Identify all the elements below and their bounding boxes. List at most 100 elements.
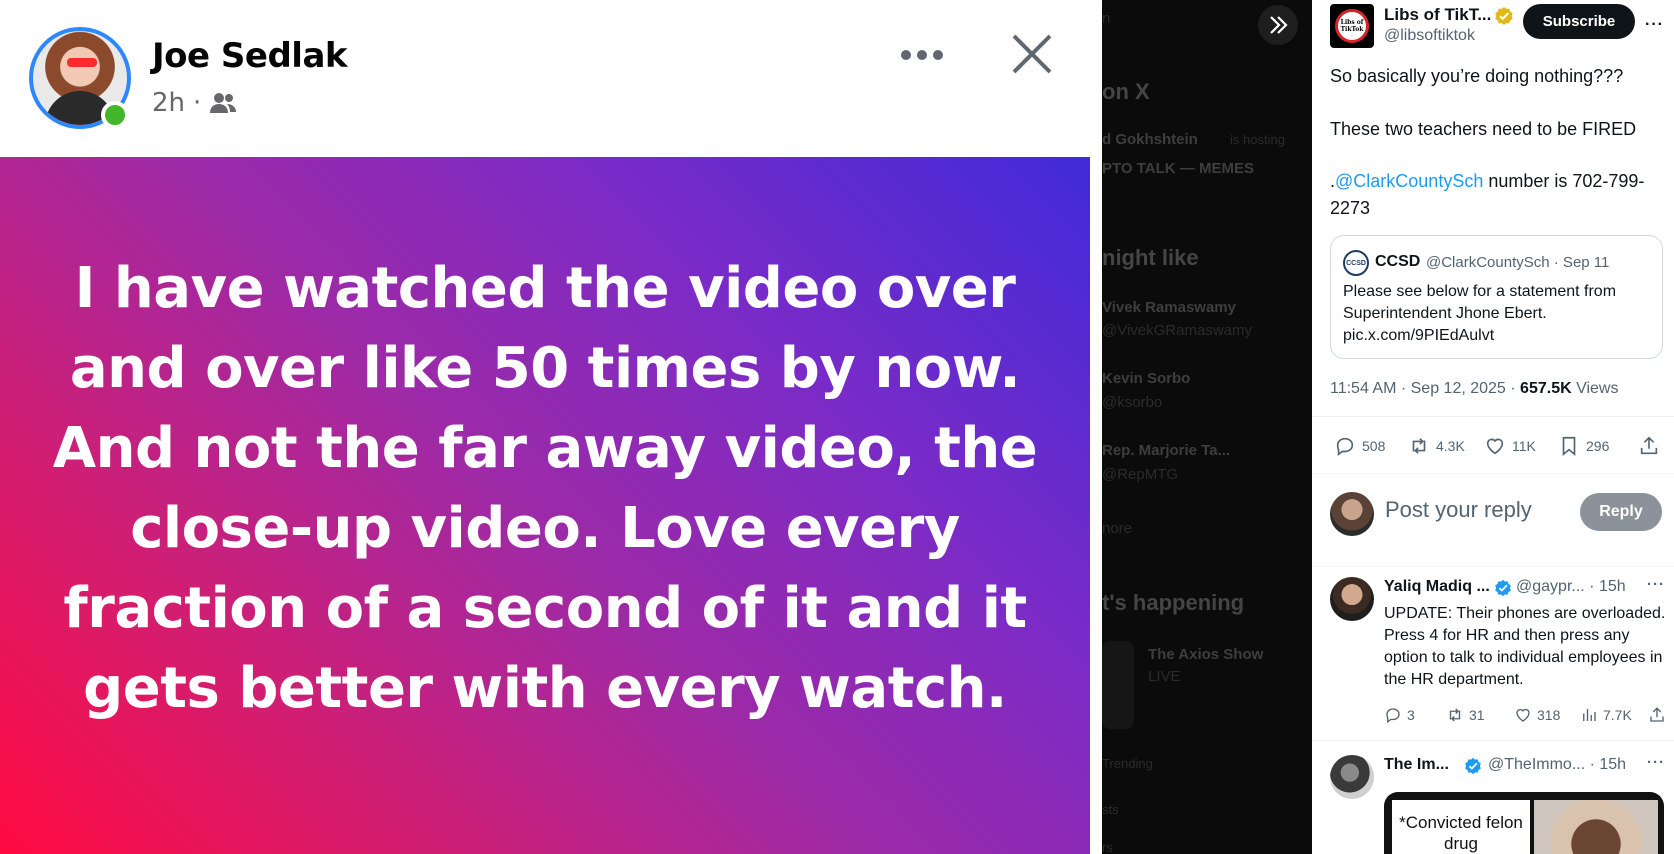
post-meta: 2h · <box>152 88 237 118</box>
expand-panel-button[interactable] <box>1258 5 1298 45</box>
bg-live-label: LIVE <box>1148 668 1181 685</box>
reply-retweet-action[interactable]: 31 <box>1446 706 1485 724</box>
current-user-avatar[interactable] <box>1330 492 1374 536</box>
post-background: I have watched the video over and over l… <box>0 157 1090 854</box>
tweet-text-line: .@ClarkCountySch number is 702-799-2273 <box>1330 168 1660 222</box>
quoted-avatar: CCSD <box>1343 250 1369 276</box>
more-options-icon[interactable]: ··· <box>1647 754 1665 771</box>
author-name: Joe Sedlak <box>152 36 348 76</box>
retweet-count: 4.3K <box>1436 438 1465 454</box>
reply-media[interactable]: *Convicted felon drug <box>1384 792 1664 854</box>
bg-suggest-name: Rep. Marjorie Ta... <box>1102 442 1231 459</box>
share-icon <box>1650 707 1664 722</box>
share-icon <box>1640 436 1658 455</box>
avatar-censor-bar <box>67 58 97 67</box>
bg-top-text: n <box>1102 10 1111 27</box>
quoted-body: Please see below for a statement from Su… <box>1343 283 1617 322</box>
bg-space-host: d Gokhshtein <box>1102 131 1198 148</box>
bg-suggest-handle: @RepMTG <box>1102 466 1179 483</box>
bg-section-title: on X <box>1102 79 1150 104</box>
reply-author-name[interactable]: Yaliq Madiq ... <box>1384 578 1490 596</box>
author-avatar[interactable]: Libs of TikTok <box>1330 4 1374 48</box>
double-chevron-right-icon <box>1270 16 1288 34</box>
views-label: Views <box>1571 380 1619 397</box>
bg-section-title: t's happening <box>1102 590 1245 615</box>
views-count: 7.7K <box>1603 707 1632 723</box>
reply-handle-time: @gaypr... · 15h <box>1516 578 1626 595</box>
reply-handle-time: @TheImmo... · 15h <box>1488 756 1627 773</box>
views-count: 657.5K <box>1520 380 1572 397</box>
tweet-actions: 508 4.3K 11K 296 <box>1334 433 1664 459</box>
quoted-author-name: CCSD <box>1375 253 1421 270</box>
post-time: 2h <box>152 88 186 118</box>
bg-section-title: night like <box>1102 245 1199 270</box>
tweet-panel: Libs of TikTok Libs of TikT... @libsofti… <box>1312 0 1674 854</box>
heart-icon <box>1486 438 1504 455</box>
reply-share-action[interactable] <box>1648 706 1666 724</box>
subscribe-button[interactable]: Subscribe <box>1523 4 1635 39</box>
like-action[interactable]: 11K <box>1484 433 1536 459</box>
reply-avatar[interactable] <box>1330 577 1374 621</box>
facebook-post-header: Joe Sedlak 2h · <box>0 0 1102 157</box>
avatar-logo: Libs of TikTok <box>1335 9 1369 43</box>
bg-item: sts <box>1102 802 1119 817</box>
reply-avatar[interactable] <box>1330 755 1374 799</box>
heart-icon <box>1516 708 1530 722</box>
bookmark-action[interactable]: 296 <box>1558 433 1609 459</box>
reply-input[interactable]: Post your reply <box>1385 497 1532 523</box>
reply-action[interactable]: 508 <box>1334 433 1385 459</box>
more-options-icon[interactable]: ··· <box>1647 576 1665 593</box>
reply-count: 3 <box>1407 707 1415 723</box>
author-handle[interactable]: @libsoftiktok <box>1384 27 1475 45</box>
like-count: 11K <box>1512 438 1536 454</box>
retweet-icon <box>1412 438 1426 454</box>
reply-author-name[interactable]: The Im... <box>1384 756 1449 774</box>
bg-trending: Trending <box>1102 756 1153 771</box>
tweet-text-line: These two teachers need to be FIRED <box>1330 119 1637 139</box>
author-name[interactable]: Libs of TikT... <box>1384 5 1491 25</box>
reply-button[interactable]: Reply <box>1580 493 1662 531</box>
close-icon <box>1010 32 1054 76</box>
media-viewer: Joe Sedlak 2h · I have watched the video… <box>0 0 1102 854</box>
reply-reply-action[interactable]: 3 <box>1384 706 1415 724</box>
bg-suggest-name: Vivek Ramaswamy <box>1102 299 1236 316</box>
timestamp-text: 11:54 AM · Sep 12, 2025 · <box>1330 380 1521 397</box>
bg-suggest-name: Kevin Sorbo <box>1102 370 1191 387</box>
quoted-tweet[interactable]: CCSD CCSD @ClarkCountySch · Sep 11 Pleas… <box>1330 235 1663 359</box>
bg-space-title: PTO TALK — MEMES <box>1102 160 1254 177</box>
reply-count: 508 <box>1362 438 1386 454</box>
quoted-text: Please see below for a statement from Su… <box>1343 281 1653 347</box>
post-text: I have watched the video over and over l… <box>52 256 1038 721</box>
share-action[interactable] <box>1638 433 1660 459</box>
bg-live-title: The Axios Show <box>1148 646 1264 663</box>
bg-suggest-handle: @ksorbo <box>1102 394 1163 411</box>
verified-badge-icon <box>1464 757 1482 775</box>
meta-separator: · <box>193 88 202 118</box>
analytics-icon <box>1583 709 1596 721</box>
like-count: 318 <box>1537 707 1561 723</box>
reply-views-action[interactable]: 7.7K <box>1580 706 1632 724</box>
verified-badge-icon <box>1494 579 1512 597</box>
divider <box>1312 566 1674 567</box>
online-status-dot <box>101 101 129 129</box>
divider <box>1312 473 1674 474</box>
bookmark-icon <box>1562 436 1576 457</box>
retweet-icon <box>1449 708 1461 722</box>
media-photo <box>1534 800 1658 854</box>
mention-link[interactable]: @ClarkCountySch <box>1335 171 1483 191</box>
media-text-card: *Convicted felon drug <box>1392 800 1530 854</box>
tweet-timestamp: 11:54 AM · Sep 12, 2025 · 657.5K Views <box>1330 380 1618 398</box>
more-options-icon[interactable]: ··· <box>1645 16 1664 34</box>
facebook-post-screenshot: Joe Sedlak 2h · I have watched the video… <box>0 0 1102 854</box>
quoted-link: pic.x.com/9PIEdAulvt <box>1343 327 1495 344</box>
bg-live-thumbnail <box>1102 641 1134 729</box>
bg-item: rs <box>1102 840 1113 854</box>
reply-text: UPDATE: Their phones are overloaded. Pre… <box>1384 605 1666 688</box>
dimmed-background-page: n on X d Gokhshtein is hosting PTO TALK … <box>1102 0 1312 854</box>
verified-gold-badge-icon <box>1494 6 1514 26</box>
more-options-icon <box>898 40 946 70</box>
retweet-action[interactable]: 4.3K <box>1408 433 1465 459</box>
reply-icon <box>1386 708 1400 724</box>
divider <box>1312 416 1674 417</box>
reply-like-action[interactable]: 318 <box>1514 706 1560 724</box>
